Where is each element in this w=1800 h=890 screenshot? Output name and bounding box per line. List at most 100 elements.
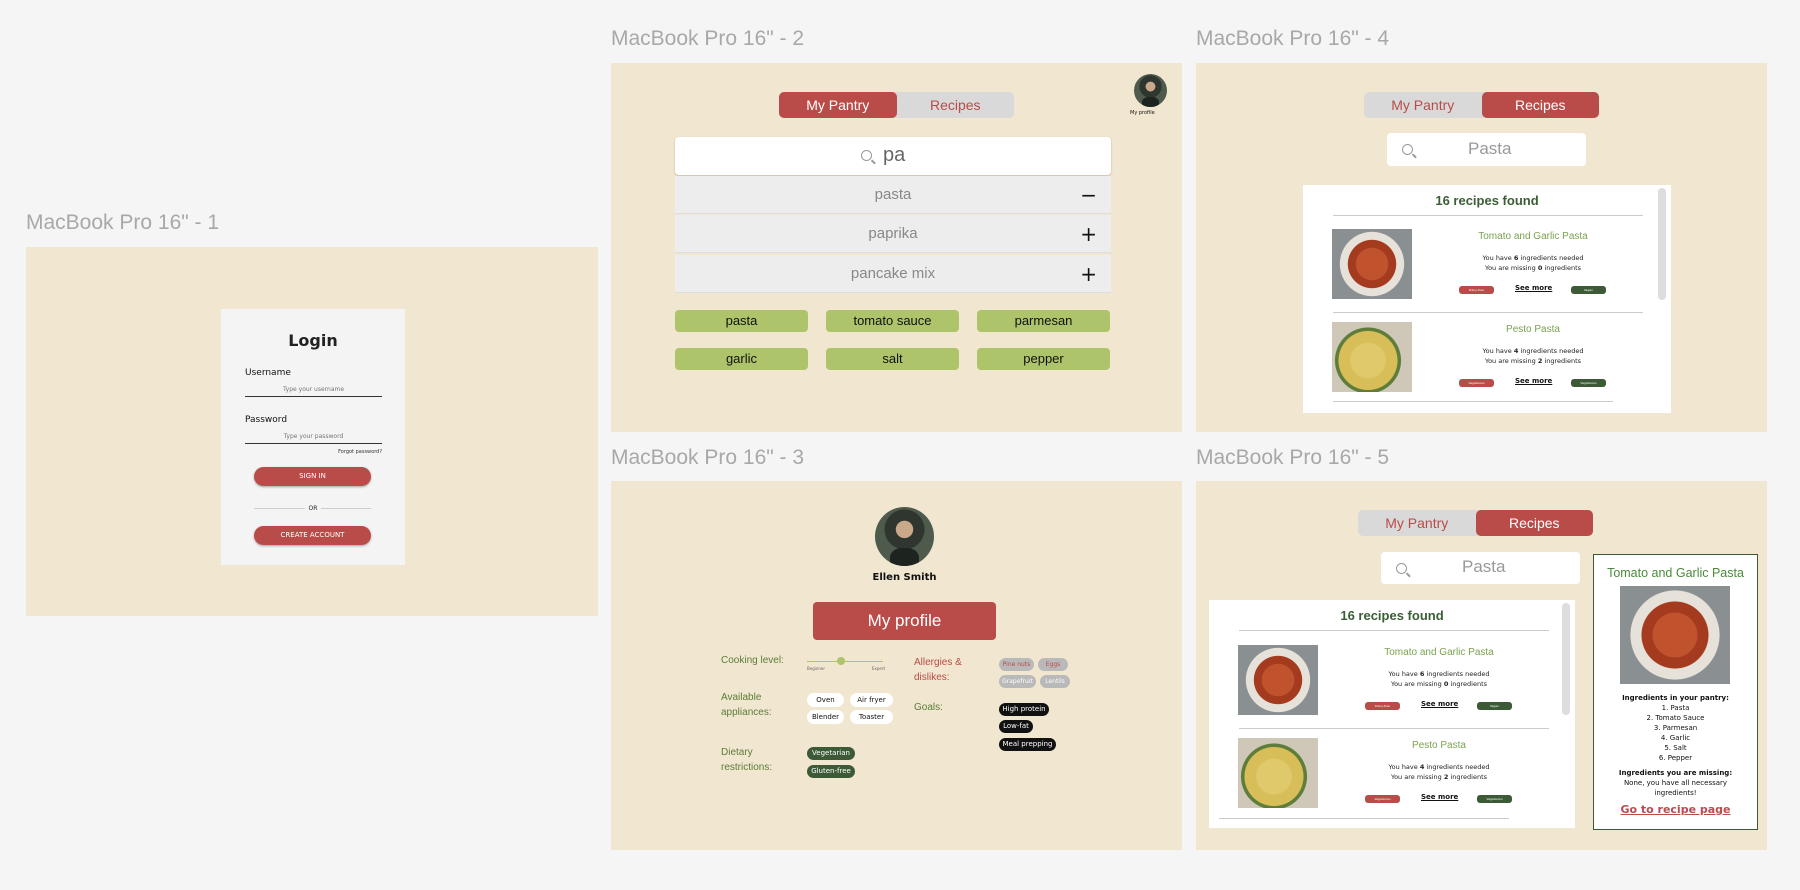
diet-tag: Vegetarian: [1571, 379, 1606, 387]
ingredient-item: 6. Pepper: [1658, 754, 1693, 762]
slider-min-label: Beginner: [807, 666, 826, 671]
pantry-item[interactable]: garlic: [675, 348, 808, 370]
recipe-search[interactable]: Pasta: [1387, 133, 1586, 166]
goal-chip[interactable]: High protein: [999, 703, 1049, 716]
username-label: Username: [245, 368, 291, 378]
results-count: 16 recipes found: [1340, 608, 1444, 623]
search-input[interactable]: pa: [883, 144, 905, 167]
pantry-search[interactable]: pa: [675, 137, 1111, 175]
dietary-chip[interactable]: Vegetarian: [807, 747, 855, 760]
password-label: Password: [245, 415, 288, 425]
search-icon: [861, 150, 872, 161]
dietary-chip[interactable]: Gluten-free: [807, 765, 855, 778]
suggestion-item[interactable]: pancake mix +: [675, 255, 1111, 293]
appliance-chip[interactable]: Air fryer: [850, 693, 893, 707]
create-account-button[interactable]: CREATE ACCOUNT: [254, 526, 371, 545]
recipe-image[interactable]: [1332, 229, 1412, 299]
login-card: Login Username Password Forgot password?…: [221, 309, 405, 565]
scrollbar[interactable]: [1658, 188, 1666, 300]
go-to-recipe-link[interactable]: Go to recipe page: [1594, 803, 1757, 816]
diet-tag: Vegan: [1477, 702, 1512, 710]
ingredient-item: 2. Tomato Sauce: [1646, 714, 1705, 722]
recipe-name[interactable]: Tomato and Garlic Pasta: [1339, 647, 1539, 658]
username-input[interactable]: [245, 383, 382, 397]
allergy-chip[interactable]: Eggs: [1038, 658, 1068, 671]
frame-recipe-detail: My Pantry Recipes Pasta 16 recipes found…: [1196, 481, 1767, 850]
results-panel: 16 recipes found Tomato and Garlic Pasta…: [1209, 600, 1575, 828]
tab-toggle: My Pantry Recipes: [779, 92, 1014, 118]
appliance-chip[interactable]: Oven: [807, 693, 844, 707]
search-icon: [1396, 563, 1407, 574]
appliance-chip[interactable]: Toaster: [850, 710, 893, 724]
frame-title-3: MacBook Pro 16" - 3: [611, 446, 805, 469]
recipe-name[interactable]: Pesto Pasta: [1339, 740, 1539, 751]
add-icon[interactable]: +: [1080, 255, 1097, 293]
search-icon: [1402, 144, 1413, 155]
profile-avatar[interactable]: [875, 507, 934, 566]
tab-my-pantry[interactable]: My Pantry: [1364, 92, 1482, 118]
allergy-chip[interactable]: Pine nuts: [999, 658, 1034, 671]
pantry-item[interactable]: pasta: [675, 310, 808, 332]
pantry-item[interactable]: tomato sauce: [826, 310, 959, 332]
see-more-link[interactable]: See more: [1421, 700, 1458, 708]
slider-max-label: Expert: [872, 666, 886, 671]
avatar[interactable]: [1134, 74, 1167, 107]
tab-my-pantry[interactable]: My Pantry: [779, 92, 897, 118]
detail-title: Tomato and Garlic Pasta: [1607, 566, 1744, 580]
recipe-search[interactable]: Pasta: [1381, 552, 1580, 584]
recipe-image[interactable]: [1332, 322, 1412, 392]
add-icon[interactable]: +: [1080, 215, 1097, 253]
goals-label: Goals:: [914, 702, 943, 713]
search-input[interactable]: Pasta: [1462, 557, 1505, 577]
cooking-level-label: Cooking level:: [721, 655, 784, 666]
sign-in-button[interactable]: SIGN IN: [254, 467, 371, 486]
pantry-item[interactable]: salt: [826, 348, 959, 370]
tab-recipes[interactable]: Recipes: [1481, 92, 1599, 118]
see-more-link[interactable]: See more: [1515, 377, 1552, 385]
results-count: 16 recipes found: [1435, 193, 1539, 208]
frame-title-2: MacBook Pro 16" - 2: [611, 27, 805, 50]
tab-recipes[interactable]: Recipes: [1475, 510, 1593, 536]
pantry-item[interactable]: pepper: [977, 348, 1110, 370]
goal-chip[interactable]: Meal prepping: [999, 738, 1056, 751]
ingredient-item: 4. Garlic: [1660, 734, 1691, 742]
allergy-chip[interactable]: Lentils: [1040, 675, 1070, 688]
allergy-chip[interactable]: Grapefruit: [999, 675, 1036, 688]
results-panel: 16 recipes found Tomato and Garlic Pasta…: [1303, 185, 1671, 413]
recipe-name[interactable]: Pesto Pasta: [1433, 324, 1633, 335]
scrollbar[interactable]: [1562, 603, 1570, 715]
recipe-image[interactable]: [1238, 645, 1318, 715]
recipe-image[interactable]: [1238, 738, 1318, 808]
forgot-password-link[interactable]: Forgot password?: [338, 449, 382, 455]
ingredient-item: 3. Parmesan: [1653, 724, 1698, 732]
frame-login: Login Username Password Forgot password?…: [26, 247, 598, 616]
appliance-chip[interactable]: Blender: [807, 710, 844, 724]
ingredient-item: 1. Pasta: [1661, 704, 1690, 712]
or-text: OR: [304, 505, 322, 512]
tab-toggle: My Pantry Recipes: [1358, 510, 1593, 536]
missing-ingredients-text: None, you have all necessary: [1623, 779, 1728, 787]
search-input[interactable]: Pasta: [1468, 139, 1511, 159]
see-more-link[interactable]: See more: [1421, 793, 1458, 801]
pantry-ingredients-heading: Ingredients in your pantry:: [1622, 694, 1729, 702]
allergies-label: Allergies & dislikes:: [914, 657, 962, 683]
goal-chip[interactable]: Low-fat: [999, 720, 1033, 733]
missing-ingredients-text: ingredients!: [1654, 789, 1697, 797]
my-profile-button[interactable]: My profile: [813, 602, 996, 640]
pantry-item[interactable]: parmesan: [977, 310, 1110, 332]
tab-my-pantry[interactable]: My Pantry: [1358, 510, 1476, 536]
profile-caption[interactable]: My profile: [1130, 110, 1155, 116]
tab-recipes[interactable]: Recipes: [897, 92, 1015, 118]
remove-icon[interactable]: −: [1080, 176, 1097, 214]
suggestion-item[interactable]: pasta −: [675, 176, 1111, 214]
slider-handle[interactable]: [837, 657, 846, 665]
cooking-level-slider[interactable]: [807, 661, 883, 662]
recipe-name[interactable]: Tomato and Garlic Pasta: [1433, 231, 1633, 242]
ingredient-item: 5. Salt: [1664, 744, 1687, 752]
diet-tag: Vegetarian: [1477, 795, 1512, 803]
frame-title-1: MacBook Pro 16" - 1: [26, 211, 220, 234]
see-more-link[interactable]: See more: [1515, 284, 1552, 292]
suggestion-item[interactable]: paprika +: [675, 215, 1111, 253]
diet-tag: Vegetarian: [1459, 379, 1494, 387]
password-input[interactable]: [245, 430, 382, 444]
